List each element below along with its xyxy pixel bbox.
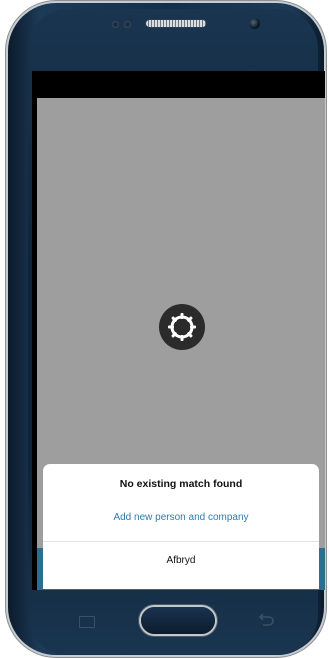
add-person-company-button[interactable]: Add new person and company: [43, 512, 319, 523]
divider: [43, 541, 319, 542]
no-match-bottom-sheet: No existing match found Add new person a…: [43, 464, 319, 589]
loading-gear-icon: [159, 304, 205, 350]
earpiece-speaker: [146, 20, 206, 27]
light-sensor: [124, 21, 131, 28]
home-button[interactable]: [141, 607, 215, 634]
device-stage: No existing match found Add new person a…: [0, 0, 329, 658]
device-screen: No existing match found Add new person a…: [32, 71, 325, 590]
front-camera: [249, 18, 260, 29]
dialog-title: No existing match found: [119, 478, 243, 490]
status-bar: [32, 71, 325, 98]
recent-apps-icon[interactable]: [79, 616, 95, 628]
proximity-sensor: [112, 21, 119, 28]
back-icon[interactable]: [257, 612, 275, 628]
cancel-button[interactable]: Afbryd: [43, 555, 319, 566]
